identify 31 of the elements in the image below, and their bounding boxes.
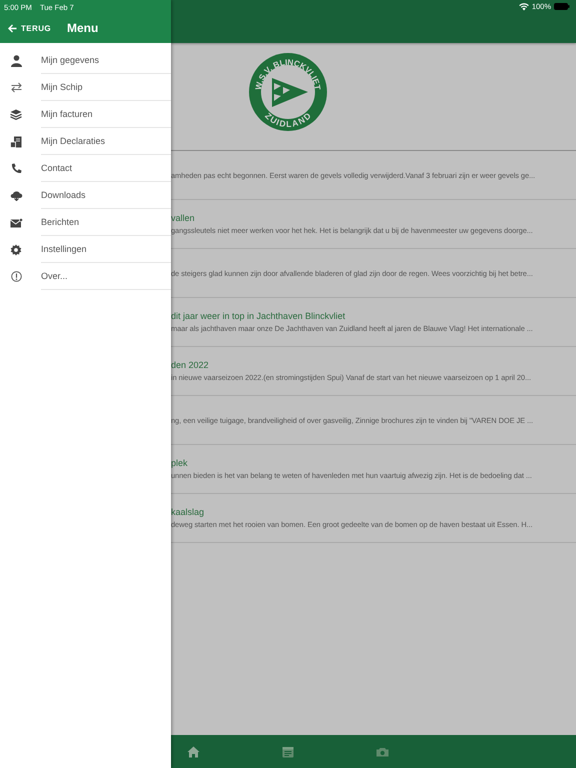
home-icon bbox=[187, 746, 200, 758]
battery-icon bbox=[554, 3, 570, 10]
cloud-download-icon bbox=[10, 190, 22, 201]
wifi-icon bbox=[518, 2, 529, 10]
person-icon bbox=[10, 54, 22, 66]
menu-item[interactable]: Berichten bbox=[0, 209, 171, 236]
menu-item[interactable]: Mijn Declaraties bbox=[0, 128, 171, 155]
layers-icon bbox=[10, 109, 22, 120]
news-title: kaalslag bbox=[171, 507, 206, 517]
menu-item[interactable]: Instellingen bbox=[0, 236, 171, 263]
news-title: plek bbox=[171, 458, 189, 468]
phone-icon bbox=[10, 163, 22, 174]
menu-item[interactable]: Mijn Schip bbox=[0, 74, 171, 101]
menu-item[interactable]: Over... bbox=[0, 263, 171, 290]
settings-icon bbox=[10, 244, 22, 256]
menu-item[interactable]: Mijn gegevens bbox=[0, 47, 171, 74]
info-icon bbox=[10, 271, 22, 282]
swap-arrows-icon bbox=[10, 82, 22, 93]
menu-item[interactable]: Downloads bbox=[0, 182, 171, 209]
drawer-title: Menu bbox=[67, 21, 98, 35]
news-title: den 2022 bbox=[171, 360, 210, 370]
calendar-icon bbox=[282, 746, 294, 758]
menu-item[interactable]: Contact bbox=[0, 155, 171, 182]
menu-item[interactable]: Mijn facturen bbox=[0, 101, 171, 128]
camera-icon bbox=[376, 746, 389, 756]
document-icon bbox=[10, 136, 22, 148]
news-title: dit jaar weer in top in Jachthaven Blinckvliet bbox=[171, 311, 346, 321]
mail-icon bbox=[10, 218, 22, 228]
back-button[interactable]: TERUG bbox=[8, 24, 51, 32]
news-title: vallen bbox=[171, 213, 196, 223]
back-arrow-icon bbox=[8, 24, 17, 32]
